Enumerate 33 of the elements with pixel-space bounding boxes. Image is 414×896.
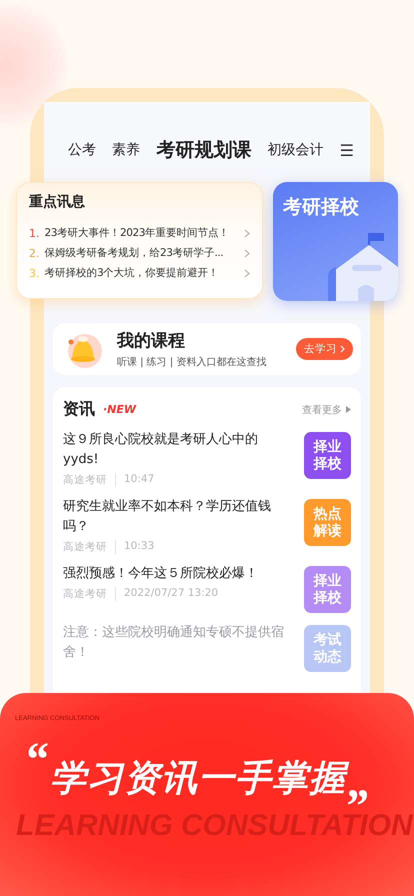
category-tab[interactable]: 公考 bbox=[68, 141, 96, 159]
open-quote: “ bbox=[24, 734, 48, 787]
new-label: ·NEW bbox=[103, 403, 136, 416]
news-source: 高途考研 bbox=[63, 587, 107, 601]
triangle-icon bbox=[346, 406, 351, 413]
category-tab[interactable]: 素养 bbox=[112, 141, 140, 159]
news-tag: 择业择校 bbox=[304, 566, 351, 613]
news-item[interactable]: 研究生就业率不如本科？学历还值钱吗？ 高途考研 10:33 热点解读 bbox=[63, 497, 351, 554]
news-source: 高途考研 bbox=[63, 473, 107, 487]
news-tag: 热点解读 bbox=[304, 499, 351, 546]
news-source: 高途考研 bbox=[63, 540, 107, 554]
news-time: 10:33 bbox=[115, 540, 154, 554]
category-tab[interactable]: 初级会计 bbox=[267, 141, 324, 159]
close-quote: „ bbox=[348, 756, 372, 809]
course-title: 我的课程 bbox=[117, 330, 186, 352]
news-item[interactable]: 这９所良心院校就是考研人心中的yyds! 高途考研 10:47 择业择校 bbox=[63, 430, 351, 487]
keynote-link[interactable]: 1. 23考研大事件！2023年重要时间节点！ bbox=[29, 223, 250, 243]
keynote-title: 重点讯息 bbox=[29, 193, 86, 211]
course-subtitle: 听课 | 练习 | 资料入口都在这查找 bbox=[117, 356, 268, 369]
menu-button[interactable]: ☰ bbox=[340, 140, 354, 160]
chevron-icon bbox=[340, 345, 345, 353]
news-tag: 择业择校 bbox=[304, 432, 351, 479]
news-tag: 考试动态 bbox=[304, 625, 351, 672]
chevron-icon bbox=[244, 268, 250, 278]
news-time: 2022/07/27 13:20 bbox=[115, 587, 218, 601]
news-title: 资讯 bbox=[63, 399, 95, 420]
keynote-link[interactable]: 2. 保姆级考研备考规划，给23考研学子... bbox=[29, 243, 250, 263]
news-item[interactable]: 强烈预感！今年这５所院校必爆！ 高途考研 2022/07/27 13:20 择业择校 bbox=[63, 564, 351, 613]
category-tab[interactable]: 考研规划课 bbox=[156, 137, 252, 163]
chevron-icon bbox=[244, 248, 250, 258]
keynote-link[interactable]: 3. 考研择校的3个大坑，你要提前避开！ bbox=[29, 263, 250, 283]
chevron-icon bbox=[244, 228, 250, 238]
news-time: 10:47 bbox=[115, 473, 154, 487]
